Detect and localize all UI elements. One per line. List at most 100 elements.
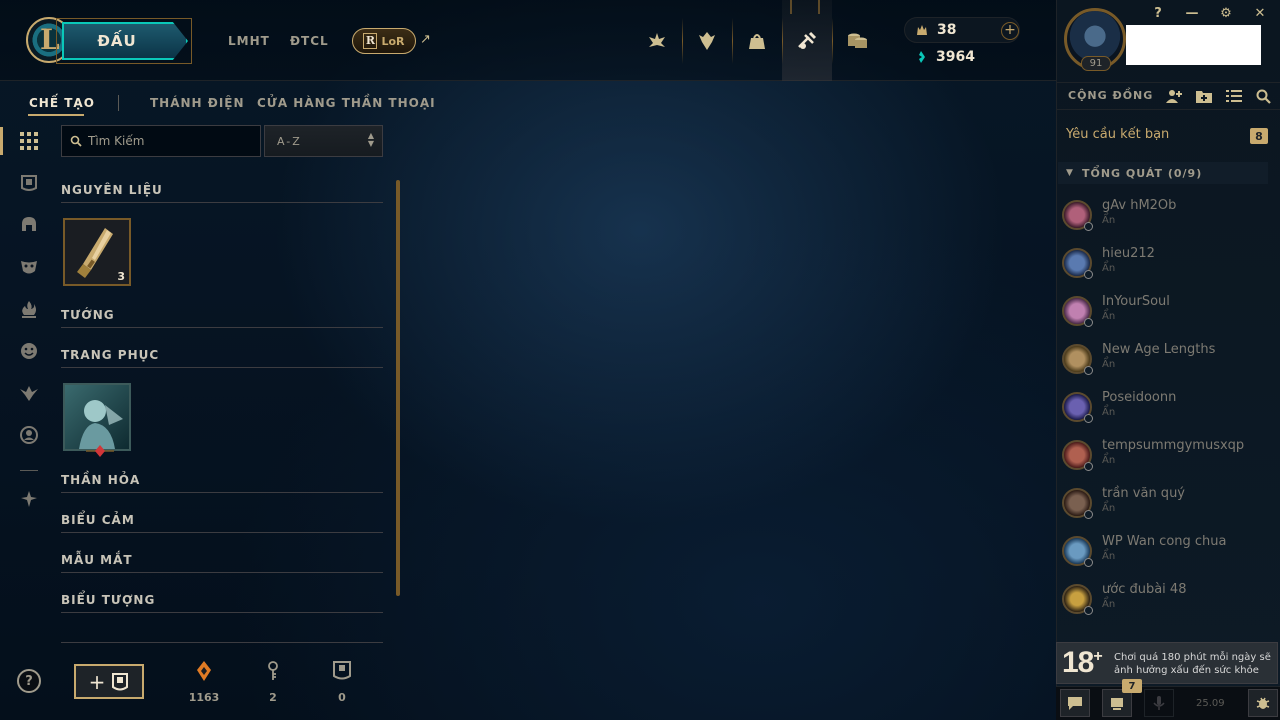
eternals-icon[interactable]: [18, 488, 40, 510]
friend-list-item[interactable]: WP Wan cong chua Ẩn: [1062, 534, 1272, 574]
tab-crafting[interactable]: CHẾ TẠO: [29, 96, 95, 110]
chest-icon[interactable]: [18, 172, 40, 194]
friend-group-general[interactable]: ▼ TỔNG QUÁT (0/9): [1058, 162, 1268, 184]
sort-dropdown[interactable]: A-Z ▲ ▼: [264, 125, 383, 157]
mask-icon[interactable]: [18, 256, 40, 278]
search-field[interactable]: [61, 125, 261, 157]
sort-arrows-icon: ▲ ▼: [367, 131, 374, 148]
status-offline-icon: [1084, 222, 1093, 231]
nav-link-dtcl[interactable]: ĐTCL: [290, 34, 329, 48]
notifications-badge: 7: [1122, 679, 1142, 693]
rail-divider: [20, 470, 38, 471]
add-folder-icon[interactable]: [1195, 88, 1213, 104]
craft-chest-button[interactable]: +: [74, 664, 144, 699]
social-search-icon[interactable]: [1255, 88, 1273, 104]
section-skins: TRANG PHỤC: [61, 348, 383, 368]
client-version: 25.09: [1196, 698, 1225, 709]
section-icons: BIỂU TƯỢNG: [61, 593, 383, 613]
friend-list-item[interactable]: trần văn quý Ẩn: [1062, 486, 1272, 526]
skin-portrait-icon: [65, 385, 129, 449]
key-counter: 2: [243, 660, 303, 704]
chat-icon: [1068, 697, 1082, 710]
be-balance: 3964: [914, 49, 975, 65]
bug-report-button[interactable]: [1248, 689, 1278, 717]
key-icon: [268, 661, 278, 680]
notifications-button[interactable]: [1102, 689, 1132, 717]
rail-active-indicator: [0, 127, 3, 155]
profile-icon-icon[interactable]: [18, 424, 40, 446]
rp-balance: 38 +: [904, 17, 1020, 43]
close-icon[interactable]: ✕: [1252, 6, 1268, 21]
emote-icon[interactable]: [18, 340, 40, 362]
section-eye-colors: MẪU MẮT: [61, 553, 383, 573]
tab-sanctum[interactable]: THÁNH ĐIỆN: [150, 96, 245, 110]
add-rp-button[interactable]: +: [1001, 22, 1019, 40]
loot-item-key-fragment[interactable]: 3: [63, 218, 131, 286]
status-offline-icon: [1084, 414, 1093, 423]
status-offline-icon: [1084, 606, 1093, 615]
friend-requests-badge: 8: [1250, 128, 1268, 144]
chest-counter: 0: [312, 660, 372, 704]
voice-button[interactable]: [1144, 689, 1174, 717]
help-button[interactable]: ?: [17, 669, 41, 693]
blue-essence-icon: [919, 51, 925, 63]
add-friend-icon[interactable]: [1165, 88, 1183, 104]
summoner-name-redacted: [1126, 25, 1261, 65]
help-window-button[interactable]: ?: [1150, 6, 1166, 21]
summoner-level: 91: [1081, 56, 1111, 71]
section-champions: TƯỚNG: [61, 308, 383, 328]
subnav-divider: [118, 95, 119, 111]
microphone-icon: [1153, 696, 1165, 710]
home-icon[interactable]: [632, 0, 682, 81]
play-button[interactable]: ĐẤU: [62, 22, 188, 60]
friend-requests-link[interactable]: Yêu cầu kết bạn: [1066, 127, 1169, 142]
social-title: CỘNG ĐỒNG: [1068, 89, 1154, 102]
friend-list-item[interactable]: New Age Lengths Ẩn: [1062, 342, 1272, 382]
friend-list-item[interactable]: gAv hM2Ob Ẩn: [1062, 198, 1272, 238]
tab-mythic-shop[interactable]: CỬA HÀNG THẦN THOẠI: [257, 96, 436, 110]
minimize-button[interactable]: —: [1184, 6, 1200, 21]
orange-essence-icon: [197, 661, 211, 681]
lor-button[interactable]: R LoR: [352, 28, 416, 54]
friend-list-item[interactable]: InYourSoul Ẩn: [1062, 294, 1272, 334]
chat-button[interactable]: [1060, 689, 1090, 717]
ward-icon[interactable]: [18, 382, 40, 404]
loot-icon[interactable]: [782, 0, 832, 81]
rarity-gem-icon: [86, 445, 114, 457]
list-divider: [61, 642, 383, 643]
grid-icon[interactable]: [18, 130, 40, 152]
loot-item-skin-shard[interactable]: [63, 383, 131, 451]
nav-link-lmht[interactable]: LMHT: [228, 34, 270, 48]
collection-icon[interactable]: [732, 0, 782, 81]
settings-gear-icon[interactable]: ⚙: [1218, 6, 1234, 21]
active-tab-indicator: [28, 114, 84, 116]
flame-icon[interactable]: [18, 298, 40, 320]
external-link-icon: ↗: [420, 32, 431, 47]
loot-scrollbar[interactable]: [396, 180, 400, 596]
helmet-icon[interactable]: [18, 214, 40, 236]
section-emotes: BIỂU CẢM: [61, 513, 383, 533]
status-offline-icon: [1084, 558, 1093, 567]
bug-icon: [1256, 697, 1270, 709]
status-offline-icon: [1084, 270, 1093, 279]
status-offline-icon: [1084, 510, 1093, 519]
friend-list-item[interactable]: Poseidoonn Ẩn: [1062, 390, 1272, 430]
window-controls: ? — ⚙ ✕: [1150, 6, 1268, 21]
friend-list-item[interactable]: tempsummgymusxqp Ẩn: [1062, 438, 1272, 478]
lor-logo-icon: R: [363, 33, 378, 49]
list-view-icon[interactable]: [1225, 88, 1243, 104]
profile-crest-icon[interactable]: [682, 0, 732, 81]
orange-essence-counter: 1163: [174, 660, 234, 704]
search-input[interactable]: [88, 134, 248, 148]
section-materials: NGUYÊN LIỆU: [61, 183, 383, 203]
notifications-icon: [1111, 698, 1123, 710]
store-icon[interactable]: [832, 0, 882, 81]
search-icon: [70, 135, 82, 147]
status-offline-icon: [1084, 366, 1093, 375]
friend-list-item[interactable]: hieu212 Ẩn: [1062, 246, 1272, 286]
section-wards: THẦN HỎA: [61, 473, 383, 493]
friend-list-item[interactable]: ước đubài 48 Ẩn: [1062, 582, 1272, 622]
chest-count-icon: [333, 661, 351, 680]
status-offline-icon: [1084, 462, 1093, 471]
rp-icon: [917, 25, 927, 35]
